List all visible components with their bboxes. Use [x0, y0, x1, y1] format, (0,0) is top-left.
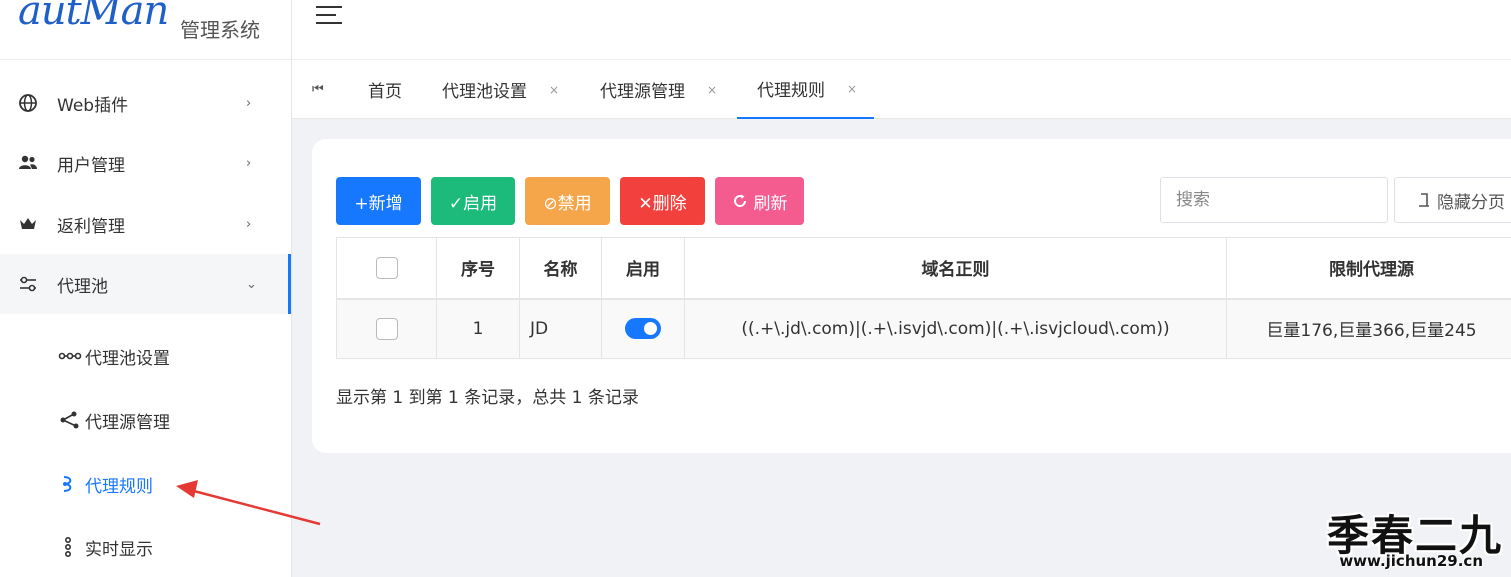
- tab-bar: ⏮ 首页 代理池设置 × 代理源管理 × 代理规则 ×: [292, 60, 1511, 119]
- dots-chain-icon: [58, 352, 82, 360]
- sidebar-item-label: 代理池: [57, 276, 108, 297]
- sidebar-item-label: 返利管理: [57, 216, 125, 237]
- globe-icon: [19, 94, 37, 112]
- tab-label: 代理池设置: [442, 82, 527, 102]
- add-button[interactable]: +新增: [336, 177, 421, 225]
- vertical-dots-icon: [65, 537, 72, 557]
- sidebar-subitem-proxy-pool-settings[interactable]: 代理池设置: [0, 336, 291, 376]
- chevron-right-icon: ›: [246, 95, 252, 111]
- sidebar-item-user-management[interactable]: 用户管理 ›: [0, 133, 291, 193]
- row-enabled-cell: [601, 298, 685, 359]
- toggle-icon: [1419, 193, 1429, 207]
- rule-icon: [63, 476, 72, 492]
- rules-table: 序号 名称 启用 域名正则 限制代理源 1 JD ((.+\.jd\.com)|…: [336, 237, 1511, 359]
- sidebar-subitem-realtime-display[interactable]: 实时显示: [0, 527, 291, 567]
- tab-label: 代理源管理: [600, 82, 685, 102]
- tab-proxy-pool-settings[interactable]: 代理池设置 ×: [442, 60, 559, 119]
- tab-home[interactable]: 首页: [368, 60, 402, 119]
- close-icon[interactable]: ×: [549, 83, 559, 97]
- sidebar-item-proxy-pool[interactable]: 代理池 ⌄: [0, 254, 291, 314]
- refresh-label: 刷新: [753, 193, 788, 214]
- table-row[interactable]: 1 JD ((.+\.jd\.com)|(.+\.isvjd\.com)|(.+…: [336, 298, 1511, 359]
- brand-title: 管理系统: [180, 18, 260, 42]
- annotation-arrow-icon: [176, 480, 321, 526]
- refresh-button[interactable]: 刷新: [715, 177, 804, 225]
- row-checkbox[interactable]: [375, 317, 398, 340]
- content-card: +新增 ✓启用 ⊘禁用 ✕删除 刷新 隐藏分页 序号 名称: [312, 139, 1511, 453]
- crown-icon: [20, 218, 36, 229]
- sidebar-item-web-plugins[interactable]: Web插件 ›: [0, 73, 291, 133]
- sidebar-subitem-label: 代理池设置: [85, 348, 170, 369]
- column-header[interactable]: 名称: [519, 237, 602, 300]
- scroll-left-icon[interactable]: ⏮: [312, 82, 324, 97]
- watermark: 季春二九 www.jichun29.cn: [1325, 500, 1511, 577]
- row-index: 1: [436, 298, 520, 359]
- top-header: [292, 0, 1511, 60]
- select-all-checkbox[interactable]: [375, 256, 398, 279]
- enable-button[interactable]: ✓启用: [431, 177, 515, 225]
- sidebar-item-label: Web插件: [57, 95, 129, 116]
- sidebar-subitem-label: 代理规则: [85, 476, 153, 497]
- column-header[interactable]: 启用: [601, 237, 685, 300]
- sidebar-item-label: 用户管理: [57, 155, 125, 176]
- sidebar-subitem-label: 代理源管理: [85, 412, 170, 433]
- menu-toggle-icon[interactable]: [316, 6, 342, 26]
- sidebar-item-rebate-management[interactable]: 返利管理 ›: [0, 194, 291, 254]
- tab-proxy-source-management[interactable]: 代理源管理 ×: [600, 60, 717, 119]
- refresh-icon: [733, 194, 746, 207]
- share-nodes-icon: [60, 411, 79, 429]
- watermark-url: www.jichun29.cn: [1339, 552, 1483, 570]
- tab-label: 首页: [368, 82, 402, 102]
- brand-logo[interactable]: autMan 管理系统: [0, 0, 291, 60]
- hide-pagination-label: 隐藏分页: [1437, 192, 1505, 213]
- search-input[interactable]: [1160, 177, 1388, 223]
- hide-pagination-button[interactable]: 隐藏分页: [1394, 177, 1511, 223]
- pagination-summary: 显示第 1 到第 1 条记录，总共 1 条记录: [336, 388, 639, 408]
- brand-script: autMan: [18, 0, 169, 34]
- column-header[interactable]: 限制代理源: [1226, 237, 1511, 300]
- tab-proxy-rules[interactable]: 代理规则 ×: [737, 60, 875, 119]
- sidebar-subitem-label: 实时显示: [85, 539, 153, 560]
- chevron-right-icon: ›: [246, 216, 252, 232]
- close-icon[interactable]: ×: [847, 82, 857, 96]
- disable-button[interactable]: ⊘禁用: [525, 177, 610, 225]
- delete-button[interactable]: ✕删除: [620, 177, 705, 225]
- sidebar-subitem-proxy-source-management[interactable]: 代理源管理: [0, 400, 291, 440]
- row-limit-sources: 巨量176,巨量366,巨量245: [1226, 298, 1511, 359]
- row-select-cell: [336, 298, 437, 359]
- row-domain-regex: ((.+\.jd\.com)|(.+\.isvjd\.com)|(.+\.isv…: [684, 298, 1227, 359]
- column-header[interactable]: 序号: [436, 237, 520, 300]
- enabled-toggle[interactable]: [625, 318, 661, 340]
- chevron-down-icon: ⌄: [246, 276, 257, 292]
- table-header-row: 序号 名称 启用 域名正则 限制代理源: [336, 237, 1511, 300]
- tab-label: 代理规则: [757, 81, 825, 101]
- row-name: JD: [519, 298, 602, 359]
- sliders-icon: [20, 276, 36, 292]
- select-all-cell: [336, 237, 437, 300]
- column-header[interactable]: 域名正则: [684, 237, 1227, 300]
- users-icon: [19, 155, 37, 169]
- chevron-right-icon: ›: [246, 155, 252, 171]
- close-icon[interactable]: ×: [707, 83, 717, 97]
